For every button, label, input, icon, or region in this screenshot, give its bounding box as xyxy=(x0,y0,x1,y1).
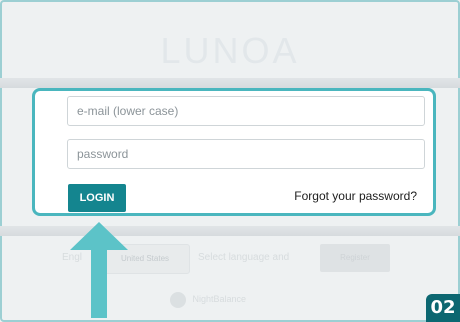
brand-name: NightBalance xyxy=(192,294,247,304)
login-button[interactable]: LOGIN xyxy=(68,184,126,212)
login-form-highlight: e-mail (lower case) password LOGIN Forgo… xyxy=(32,88,436,216)
brand-logo-icon xyxy=(170,291,186,308)
select-language-text: Select language and xyxy=(198,252,290,263)
brand-footer: NightBalance xyxy=(170,289,246,309)
password-field[interactable]: password xyxy=(67,139,425,169)
forgot-password-link[interactable]: Forgot your password? xyxy=(294,189,417,203)
up-arrow-icon xyxy=(70,222,128,318)
email-field[interactable]: e-mail (lower case) xyxy=(67,96,425,126)
register-button[interactable]: Register xyxy=(320,244,390,272)
step-number-badge: 02 xyxy=(426,294,460,322)
top-divider-band xyxy=(0,78,460,88)
app-logo: LUNOA xyxy=(160,30,300,71)
